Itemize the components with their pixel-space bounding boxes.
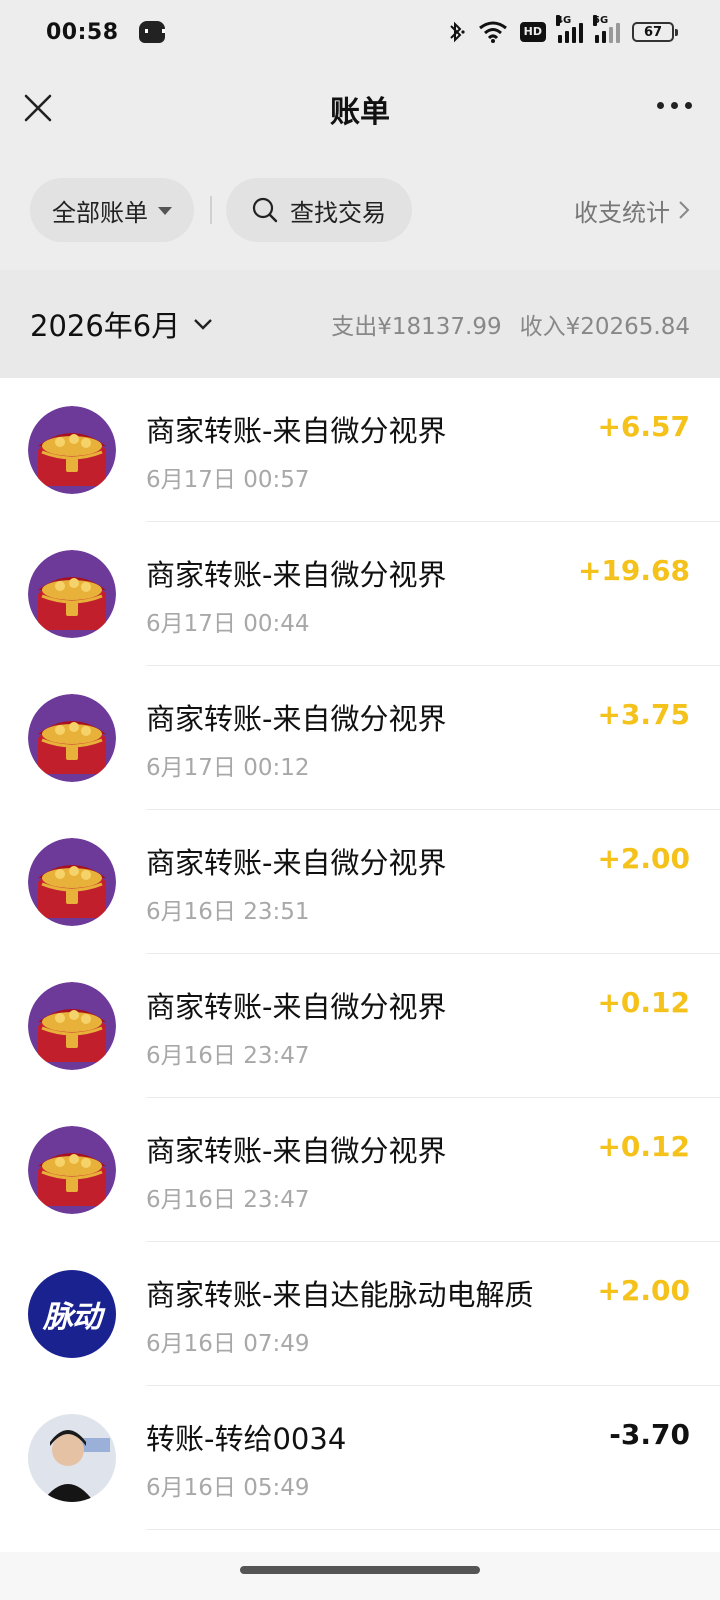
treasure-chest-avatar bbox=[28, 550, 116, 638]
filter-row: 全部账单 查找交易 收支统计 bbox=[0, 178, 720, 242]
search-transactions-button[interactable]: 查找交易 bbox=[226, 178, 412, 242]
income-expense-stats-link[interactable]: 收支统计 bbox=[574, 193, 690, 228]
transaction-time: 6月16日 23:47 bbox=[146, 1043, 310, 1069]
divider bbox=[210, 196, 212, 224]
transaction-title: 商家转账-来自微分视界 bbox=[146, 702, 447, 736]
treasure-chest-avatar bbox=[28, 1126, 116, 1214]
game-controller-icon bbox=[138, 21, 165, 43]
page-title: 账单 bbox=[330, 95, 390, 130]
transaction-row[interactable]: 商家转账-来自微分视界 6月16日 23:47 +0.12 bbox=[0, 1098, 720, 1242]
month-summary: 支出¥18137.99 收入¥20265.84 bbox=[331, 307, 690, 341]
signal-4g-icon: 4G bbox=[556, 15, 583, 43]
mai-dong-logo-avatar: 脉动 bbox=[28, 1270, 116, 1358]
transaction-title: 商家转账-来自微分视界 bbox=[146, 414, 447, 448]
hd-badge: HD bbox=[519, 22, 546, 42]
status-bar: 00:58 HD 4G 5G 67 bbox=[0, 0, 720, 64]
transaction-list: 商家转账-来自微分视界 6月17日 00:57 +6.57 商家转账-来自微分视界 6… bbox=[0, 378, 720, 1600]
battery-level: 67 bbox=[643, 24, 663, 40]
chevron-down-icon bbox=[194, 319, 213, 330]
treasure-chest-avatar bbox=[28, 694, 116, 782]
transaction-time: 6月17日 00:44 bbox=[146, 611, 310, 637]
battery-icon: 67 bbox=[632, 22, 678, 42]
network-4g-label: 4G bbox=[556, 15, 572, 26]
stats-label: 收支统计 bbox=[574, 198, 670, 227]
income-summary: 收入¥20265.84 bbox=[519, 314, 690, 340]
transaction-amount: -3.70 bbox=[609, 1418, 690, 1451]
search-icon bbox=[252, 197, 278, 223]
home-indicator[interactable] bbox=[240, 1566, 480, 1574]
chevron-right-icon bbox=[679, 201, 690, 219]
transaction-title: 商家转账-来自微分视界 bbox=[146, 990, 447, 1024]
transaction-row[interactable]: 商家转账-来自微分视界 6月17日 00:12 +3.75 bbox=[0, 666, 720, 810]
avatar-logo-text: 脉动 bbox=[43, 1300, 102, 1335]
transaction-title: 商家转账-来自达能脉动电解质 bbox=[146, 1278, 534, 1312]
transaction-row[interactable]: 脉动 商家转账-来自达能脉动电解质 6月16日 07:49 +2.00 bbox=[0, 1242, 720, 1386]
bottom-bar bbox=[0, 1552, 720, 1600]
person-avatar bbox=[28, 1414, 116, 1502]
transaction-row[interactable]: 商家转账-来自微分视界 6月16日 23:47 +0.12 bbox=[0, 954, 720, 1098]
transaction-row[interactable]: 商家转账-来自微分视界 6月17日 00:44 +19.68 bbox=[0, 522, 720, 666]
status-time: 00:58 bbox=[46, 19, 119, 45]
transaction-time: 6月16日 23:51 bbox=[146, 899, 310, 925]
month-label: 2026年6月 bbox=[30, 309, 181, 343]
transaction-title: 商家转账-来自微分视界 bbox=[146, 1134, 447, 1168]
month-header: 2026年6月 支出¥18137.99 收入¥20265.84 bbox=[0, 270, 720, 378]
treasure-chest-avatar bbox=[28, 838, 116, 926]
caret-down-icon bbox=[158, 207, 172, 215]
transaction-row[interactable]: 转账-转给0034 6月16日 05:49 -3.70 bbox=[0, 1386, 720, 1530]
transaction-amount: +19.68 bbox=[577, 554, 690, 587]
all-bills-filter-button[interactable]: 全部账单 bbox=[30, 178, 194, 242]
transaction-title: 商家转账-来自微分视界 bbox=[146, 846, 447, 880]
close-icon[interactable] bbox=[22, 92, 54, 124]
network-5g-label: 5G bbox=[593, 15, 609, 26]
wifi-icon bbox=[478, 21, 507, 43]
search-label: 查找交易 bbox=[290, 198, 386, 227]
transaction-row[interactable]: 商家转账-来自微分视界 6月17日 00:57 +6.57 bbox=[0, 378, 720, 522]
transaction-time: 6月16日 05:49 bbox=[146, 1475, 310, 1501]
transaction-amount: +2.00 bbox=[597, 842, 690, 875]
transaction-amount: +2.00 bbox=[597, 1274, 690, 1307]
transaction-time: 6月17日 00:12 bbox=[146, 755, 310, 781]
transaction-amount: +6.57 bbox=[597, 410, 690, 443]
transaction-time: 6月17日 00:57 bbox=[146, 467, 310, 493]
more-options-icon[interactable] bbox=[657, 102, 692, 109]
transaction-time: 6月16日 07:49 bbox=[146, 1331, 310, 1357]
nav-bar: 账单 bbox=[0, 64, 720, 154]
transaction-amount: +0.12 bbox=[597, 986, 690, 1019]
transaction-title: 商家转账-来自微分视界 bbox=[146, 558, 447, 592]
transaction-row[interactable]: 商家转账-来自微分视界 6月16日 23:51 +2.00 bbox=[0, 810, 720, 954]
bluetooth-icon bbox=[449, 21, 465, 43]
month-picker[interactable]: 2026年6月 bbox=[30, 303, 214, 345]
treasure-chest-avatar bbox=[28, 406, 116, 494]
transaction-amount: +3.75 bbox=[597, 698, 690, 731]
all-bills-label: 全部账单 bbox=[52, 198, 148, 227]
transaction-title: 转账-转给0034 bbox=[146, 1422, 347, 1456]
transaction-time: 6月16日 23:47 bbox=[146, 1187, 310, 1213]
signal-5g-icon: 5G bbox=[593, 15, 620, 43]
transaction-amount: +0.12 bbox=[597, 1130, 690, 1163]
expense-summary: 支出¥18137.99 bbox=[331, 314, 502, 340]
treasure-chest-avatar bbox=[28, 982, 116, 1070]
